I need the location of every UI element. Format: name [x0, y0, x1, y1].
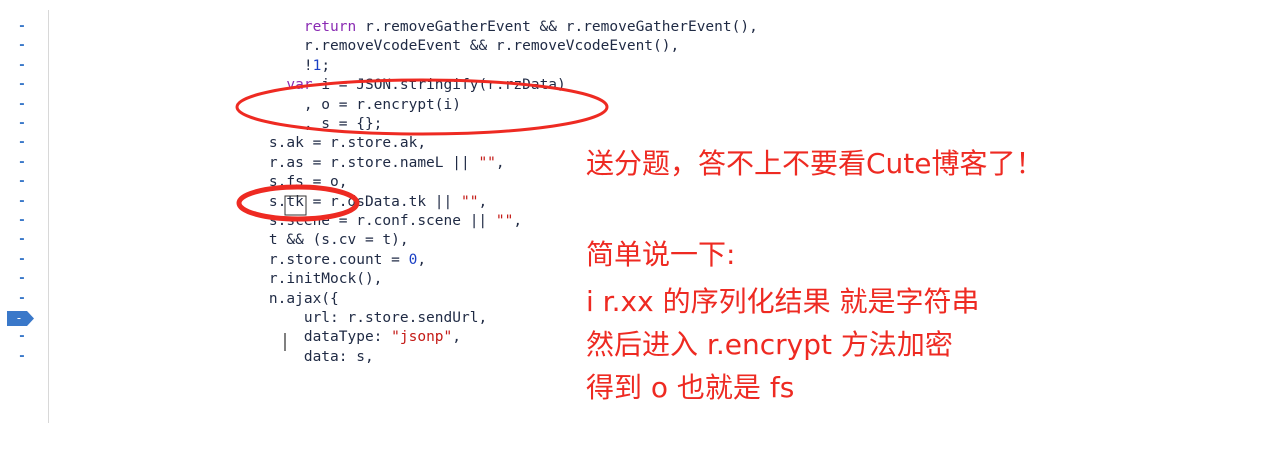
- code-token: "jsonp": [391, 329, 453, 346]
- code-token: s.ak = r.store.ak,: [268, 135, 427, 152]
- code-line: s.scene = r.conf.scene || "",: [234, 212, 522, 231]
- code-token: ,: [513, 213, 523, 229]
- code-token: r.initMock(),: [268, 271, 383, 288]
- code-token: ,: [495, 154, 505, 171]
- code-line: , s = {};: [234, 115, 383, 134]
- code-token: t && (s.cv = t),: [268, 232, 409, 249]
- code-line: r.store.count = 0,: [234, 251, 426, 270]
- code-token: ,: [478, 193, 488, 210]
- code-line: t && (s.cv = t),: [234, 231, 409, 250]
- annotation-headline: 送分题，答不上不要看Cute博客了！: [586, 147, 1044, 180]
- code-token: s.fs = o,: [268, 174, 348, 191]
- code-line: n.ajax({: [234, 290, 339, 309]
- annotation-line-4: 得到 o 也就是 fs: [586, 371, 795, 404]
- code-line: dataType: "jsonp",: [234, 328, 461, 347]
- code-line: s.ak = r.store.ak,: [234, 134, 426, 153]
- annotation-line-1: 简单说一下:: [586, 238, 736, 271]
- code-line: return r.removeGatherEvent && r.removeGa…: [234, 18, 758, 37]
- code-token: var: [286, 77, 313, 94]
- code-token: , s = {};: [303, 116, 383, 132]
- code-token: n.ajax({: [268, 290, 339, 307]
- code-token: "": [460, 193, 479, 210]
- code-token: return: [303, 19, 357, 35]
- code-line: r.initMock(),: [234, 270, 383, 289]
- code-line: s.fs = o,: [234, 173, 348, 192]
- code-token: ;: [321, 57, 331, 74]
- code-line: r.as = r.store.nameL || "",: [234, 154, 505, 173]
- code-token: , o = r.encrypt(i): [303, 96, 461, 113]
- code-token: "": [495, 213, 514, 229]
- code-line: url: r.store.sendUrl,: [234, 309, 487, 328]
- annotation-line-2: i r.xx 的序列化结果 就是字符串: [586, 285, 980, 318]
- code-token: dataType:: [303, 329, 392, 346]
- code-token: r.removeGatherEvent && r.removeGatherEve…: [356, 19, 758, 35]
- code-token: s.tk = r.dsData.tk ||: [268, 193, 461, 210]
- code-token: url: r.store.sendUrl,: [303, 310, 488, 326]
- code-token: ,: [417, 251, 427, 268]
- code-token: s.scene = r.conf.scene ||: [268, 213, 496, 229]
- code-token: ,: [452, 329, 461, 346]
- code-line: !1;: [234, 57, 330, 76]
- code-token: r.store.count =: [268, 251, 409, 268]
- code-token: i = JSON.stringify(r.rzData): [312, 77, 566, 94]
- code-token: r.removeVcodeEvent && r.removeVcodeEvent…: [303, 38, 680, 55]
- code-token: !: [303, 57, 313, 74]
- annotation-line-3: 然后进入 r.encrypt 方法加密: [586, 328, 953, 361]
- code-token: "": [478, 154, 496, 171]
- code-line: data: s,: [234, 348, 374, 367]
- code-token: data: s,: [303, 348, 374, 365]
- code-line: r.removeVcodeEvent && r.removeVcodeEvent…: [234, 37, 679, 56]
- code-line: var i = JSON.stringify(r.rzData): [234, 76, 566, 95]
- code-token: 1: [312, 57, 322, 74]
- code-line: s.tk = r.dsData.tk || "",: [234, 193, 487, 212]
- code-token: r.as = r.store.nameL ||: [268, 154, 479, 171]
- code-line: , o = r.encrypt(i): [234, 96, 461, 115]
